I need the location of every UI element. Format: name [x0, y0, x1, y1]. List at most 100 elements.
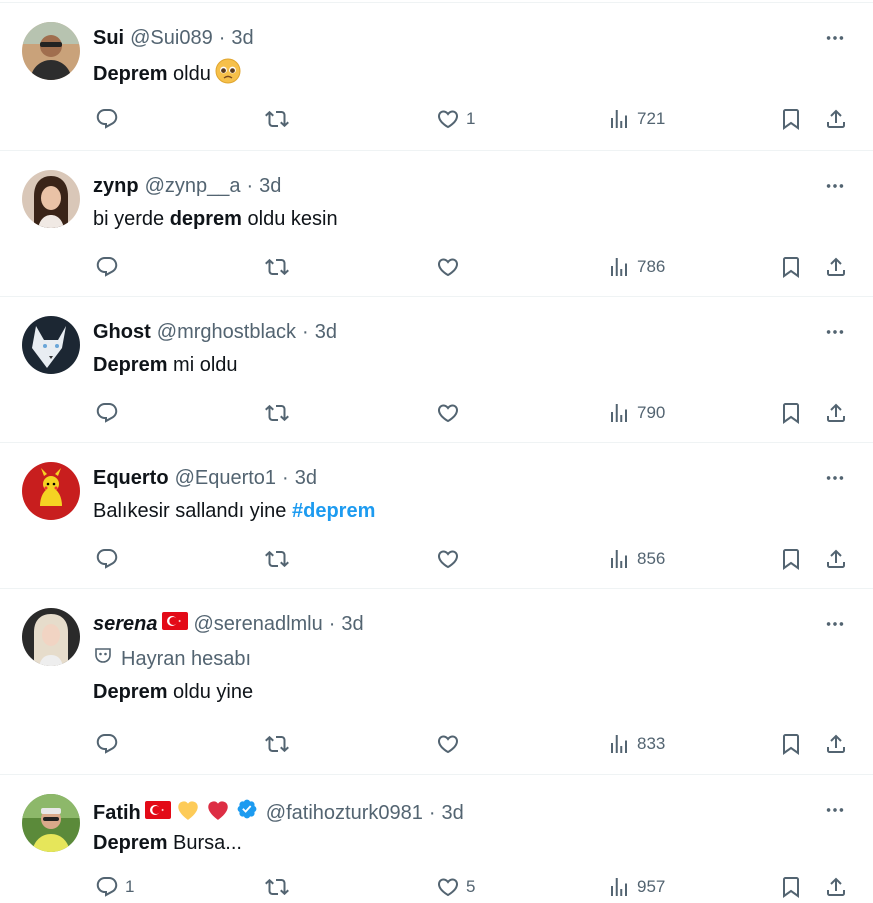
timestamp[interactable]: 3d — [231, 25, 253, 51]
display-name[interactable]: serena — [93, 611, 158, 637]
retweet-button[interactable] — [265, 107, 289, 131]
views-icon — [607, 107, 631, 131]
reply-button[interactable] — [95, 732, 125, 756]
share-button[interactable] — [824, 875, 848, 899]
display-name[interactable]: Sui — [93, 25, 124, 51]
avatar[interactable] — [22, 170, 80, 228]
action-bar: 856 — [93, 545, 847, 573]
tweet-header: Ghost @mrghostblack · 3d — [93, 319, 337, 345]
display-name[interactable]: Equerto — [93, 465, 169, 491]
avatar[interactable] — [22, 608, 80, 666]
retweet-button[interactable] — [265, 547, 289, 571]
share-icon — [824, 547, 848, 571]
share-button[interactable] — [824, 255, 848, 279]
reply-button[interactable] — [95, 107, 125, 131]
user-handle[interactable]: @zynp__a — [145, 173, 241, 199]
more-button[interactable] — [823, 173, 847, 199]
tweet[interactable]: Equerto @Equerto1 · 3d Balıkesir salland… — [0, 443, 873, 589]
share-icon — [824, 732, 848, 756]
share-button[interactable] — [824, 107, 848, 131]
avatar[interactable] — [22, 794, 80, 852]
user-handle[interactable]: @mrghostblack — [157, 319, 296, 345]
timestamp[interactable]: 3d — [442, 800, 464, 826]
like-button[interactable] — [436, 547, 466, 571]
action-bar: 833 — [93, 730, 847, 758]
views-icon — [607, 875, 631, 899]
views-button[interactable]: 790 — [607, 401, 665, 425]
like-count: 1 — [466, 109, 476, 128]
more-button[interactable] — [823, 797, 847, 823]
turkey-flag-icon — [161, 611, 188, 637]
display-name[interactable]: Fatih — [93, 800, 141, 826]
bookmark-button[interactable] — [779, 547, 803, 571]
like-button[interactable]: 5 — [436, 875, 475, 899]
views-button[interactable]: 786 — [607, 255, 665, 279]
avatar[interactable] — [22, 462, 80, 520]
reply-button[interactable] — [95, 401, 125, 425]
tweet[interactable]: Sui @Sui089 · 3d Deprem oldu 1 721 — [0, 3, 873, 151]
retweet-button[interactable] — [265, 732, 289, 756]
timestamp[interactable]: 3d — [341, 611, 363, 637]
tweet[interactable]: Fatih @fatihozturk0981 · 3d Deprem Bursa… — [0, 775, 873, 903]
reply-icon — [95, 401, 119, 425]
like-button[interactable] — [436, 401, 466, 425]
views-button[interactable]: 856 — [607, 547, 665, 571]
user-handle[interactable]: @serenadlmlu — [194, 611, 323, 637]
reply-count: 1 — [125, 877, 135, 896]
tweet[interactable]: Ghost @mrghostblack · 3d Deprem mi oldu … — [0, 297, 873, 443]
bold-keyword: Deprem — [93, 832, 168, 854]
share-icon — [824, 107, 848, 131]
bookmark-button[interactable] — [779, 732, 803, 756]
bookmark-button[interactable] — [779, 875, 803, 899]
timestamp[interactable]: 3d — [315, 319, 337, 345]
more-button[interactable] — [823, 611, 847, 637]
like-button[interactable] — [436, 732, 466, 756]
bold-keyword: Deprem — [93, 681, 168, 703]
bold-keyword: deprem — [169, 208, 242, 230]
view-count: 786 — [637, 257, 666, 276]
avatar[interactable] — [22, 316, 80, 374]
display-name[interactable]: zynp — [93, 173, 139, 199]
views-button[interactable]: 721 — [607, 107, 665, 131]
more-icon — [824, 27, 846, 49]
retweet-button[interactable] — [265, 875, 289, 899]
more-button[interactable] — [823, 25, 847, 51]
user-handle[interactable]: @fatihozturk0981 — [266, 800, 423, 826]
more-button[interactable] — [823, 319, 847, 345]
reply-icon — [95, 547, 119, 571]
like-button[interactable] — [436, 255, 466, 279]
retweet-button[interactable] — [265, 255, 289, 279]
bookmark-button[interactable] — [779, 107, 803, 131]
reply-button[interactable] — [95, 547, 125, 571]
reply-button[interactable]: 1 — [95, 875, 134, 899]
reply-icon — [95, 875, 119, 899]
share-button[interactable] — [824, 732, 848, 756]
bookmark-button[interactable] — [779, 401, 803, 425]
turkey-flag-icon — [144, 800, 171, 826]
verified-badge-icon[interactable] — [236, 798, 258, 827]
tweet-feed: Sui @Sui089 · 3d Deprem oldu 1 721 zynp — [0, 0, 873, 903]
tweet[interactable]: serena @serenadlmlu · 3d Hayran hesabı D… — [0, 589, 873, 775]
share-button[interactable] — [824, 401, 848, 425]
hashtag-link[interactable]: #deprem — [292, 500, 375, 522]
reply-icon — [95, 732, 119, 756]
retweet-button[interactable] — [265, 401, 289, 425]
retweet-icon — [265, 732, 289, 756]
tweet-text: Deprem Bursa... — [93, 830, 242, 856]
user-handle[interactable]: @Sui089 — [130, 25, 213, 51]
reply-button[interactable] — [95, 255, 125, 279]
more-button[interactable] — [823, 465, 847, 491]
avatar[interactable] — [22, 22, 80, 80]
share-button[interactable] — [824, 547, 848, 571]
separator-dot: · — [428, 801, 436, 824]
action-bar: 790 — [93, 399, 847, 427]
views-button[interactable]: 833 — [607, 732, 665, 756]
bookmark-button[interactable] — [779, 255, 803, 279]
user-handle[interactable]: @Equerto1 — [175, 465, 276, 491]
like-button[interactable]: 1 — [436, 107, 475, 131]
timestamp[interactable]: 3d — [259, 173, 281, 199]
timestamp[interactable]: 3d — [295, 465, 317, 491]
tweet[interactable]: zynp @zynp__a · 3d bi yerde deprem oldu … — [0, 151, 873, 297]
display-name[interactable]: Ghost — [93, 319, 151, 345]
views-button[interactable]: 957 — [607, 875, 665, 899]
